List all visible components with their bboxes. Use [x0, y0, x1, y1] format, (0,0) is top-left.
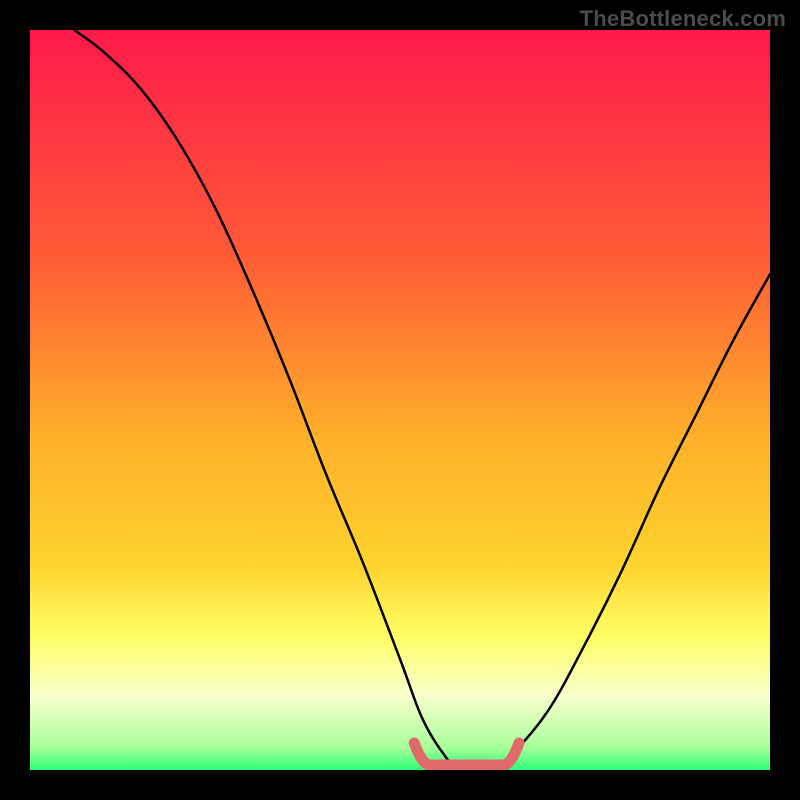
chart-frame: TheBottleneck.com — [0, 0, 800, 800]
plot-area — [30, 30, 770, 770]
watermark-text: TheBottleneck.com — [580, 6, 786, 32]
plot-svg — [30, 30, 770, 770]
